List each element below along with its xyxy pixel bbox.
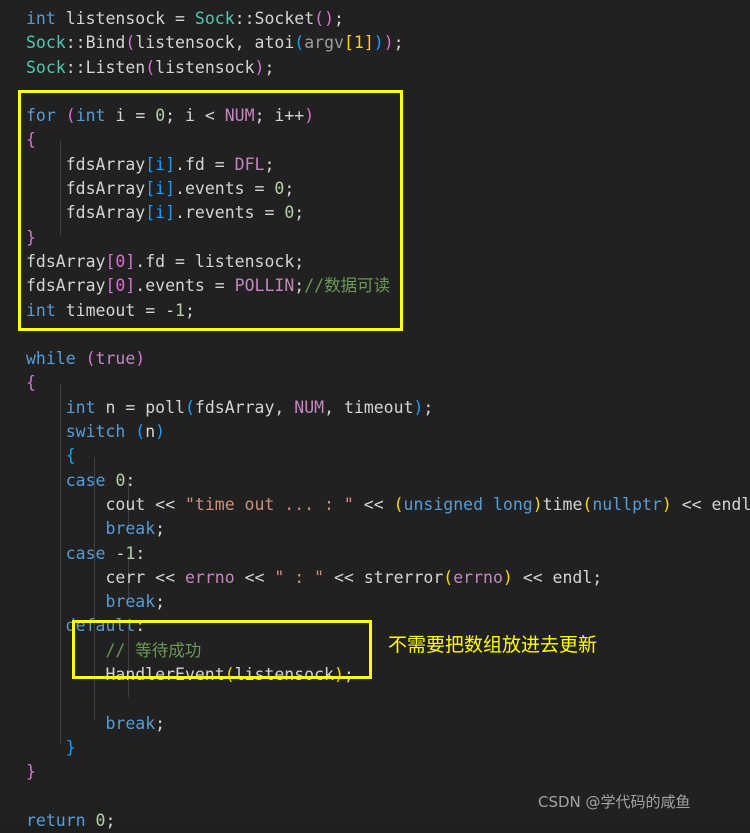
code-line[interactable]: fdsArray[i].events = 0; — [0, 177, 750, 201]
code-line[interactable]: fdsArray[0].fd = listensock; — [0, 250, 750, 274]
code-line[interactable]: while (true) — [0, 347, 750, 371]
code-line[interactable]: HandlerEvent(listensock); — [0, 663, 750, 687]
code-line[interactable]: cout << "time out ... : " << (unsigned l… — [0, 493, 750, 517]
code-line[interactable]: break; — [0, 517, 750, 541]
code-line[interactable]: default: — [0, 614, 750, 638]
code-editor[interactable]: int listensock = Sock::Socket(); Sock::B… — [0, 0, 750, 830]
annotation-text: 不需要把数组放进去更新 — [388, 634, 598, 656]
code-line[interactable]: cerr << errno << " : " << strerror(errno… — [0, 566, 750, 590]
code-line[interactable]: fdsArray[0].events = POLLIN;//数据可读 — [0, 274, 750, 298]
code-line[interactable]: for (int i = 0; i < NUM; i++) — [0, 104, 750, 128]
code-line[interactable]: int n = poll(fdsArray, NUM, timeout); — [0, 396, 750, 420]
code-line[interactable]: return 0; — [0, 809, 750, 833]
code-line[interactable]: fdsArray[i].revents = 0; — [0, 201, 750, 225]
watermark: CSDN @学代码的咸鱼 — [538, 793, 691, 811]
code-line[interactable]: { — [0, 444, 750, 468]
code-line[interactable]: fdsArray[i].fd = DFL; — [0, 153, 750, 177]
code-line[interactable]: int timeout = -1; — [0, 299, 750, 323]
code-line[interactable]: Sock::Listen(listensock); — [0, 56, 750, 80]
code-line[interactable]: break; — [0, 712, 750, 736]
code-line[interactable]: case 0: — [0, 469, 750, 493]
code-line[interactable]: { — [0, 371, 750, 395]
code-line[interactable]: } — [0, 760, 750, 784]
code-line[interactable]: { — [0, 128, 750, 152]
code-lines[interactable]: int listensock = Sock::Socket(); Sock::B… — [0, 0, 750, 833]
code-line[interactable]: Sock::Bind(listensock, atoi(argv[1])); — [0, 31, 750, 55]
code-line[interactable]: } — [0, 736, 750, 760]
code-line[interactable]: int listensock = Sock::Socket(); — [0, 7, 750, 31]
code-line[interactable]: } — [0, 226, 750, 250]
code-line[interactable]: case -1: — [0, 542, 750, 566]
code-line[interactable]: break; — [0, 590, 750, 614]
code-line[interactable]: switch (n) — [0, 420, 750, 444]
code-line[interactable]: // 等待成功 — [0, 639, 750, 663]
